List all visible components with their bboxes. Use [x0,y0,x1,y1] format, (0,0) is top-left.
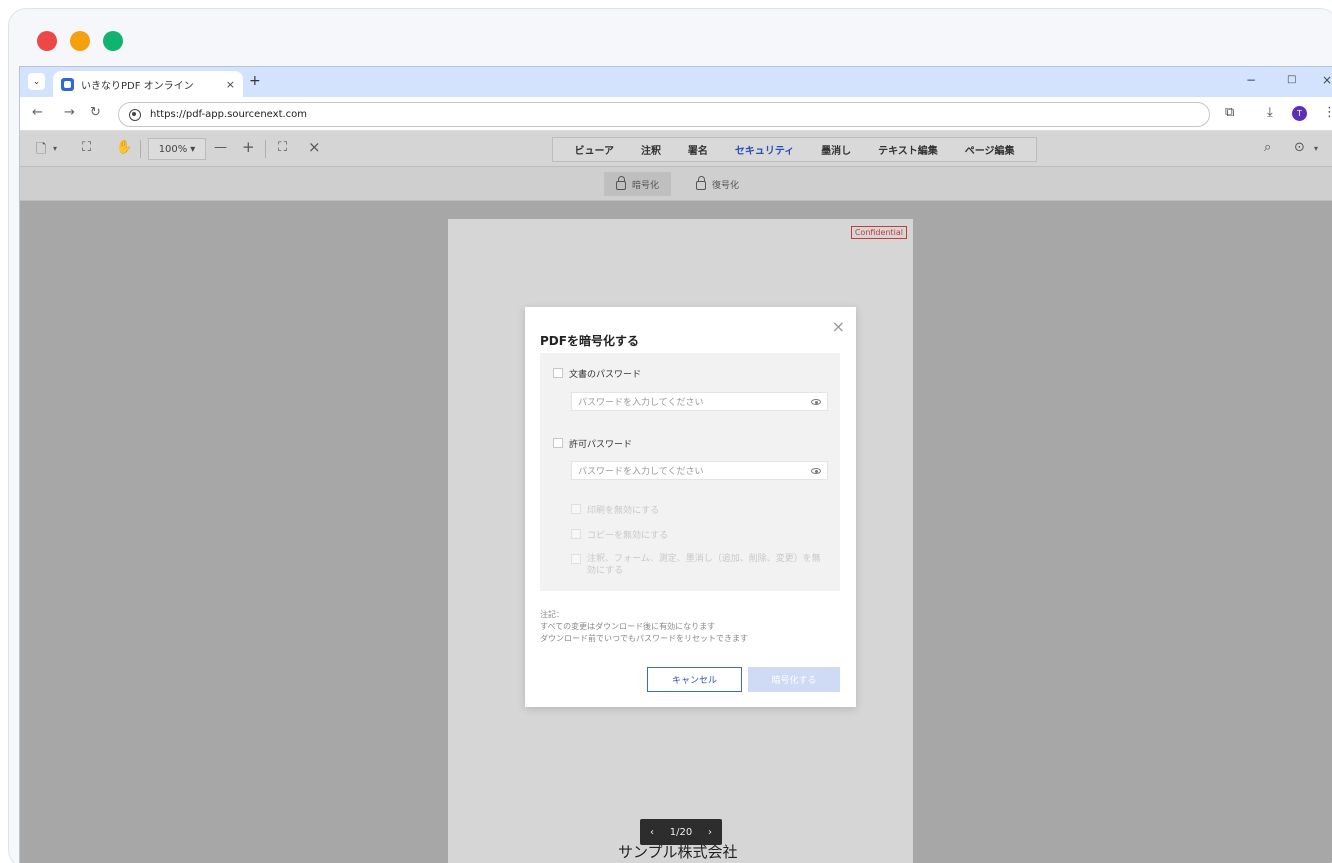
doc-password-placeholder: パスワードを入力してください [578,398,704,408]
perm-password-option[interactable]: 許可パスワード [553,437,632,450]
close-icon[interactable]: × [1322,73,1332,87]
page-navigator: ‹ 1/20 › [640,819,722,845]
mode-tabs: ビューア 注釈 署名 セキュリティ 墨消し テキスト編集 ページ編集 [552,137,1037,162]
reload-icon[interactable]: ↻ [90,105,101,120]
chevron-down-icon[interactable]: ▾ [53,144,57,153]
tab-search-button[interactable]: ⌄ [28,73,45,90]
perm-password-checkbox[interactable] [553,438,563,448]
app-favicon-icon [61,77,74,91]
perm-password-input[interactable]: パスワードを入力してください [571,461,828,480]
extensions-icon[interactable]: ⧉ [1225,105,1234,120]
doc-password-input[interactable]: パスワードを入力してください [571,392,828,411]
encrypt-submit-button[interactable]: 暗号化する [748,667,840,692]
perm-password-label: 許可パスワード [569,440,633,450]
unlock-icon [696,176,706,190]
search-icon[interactable]: ⌕ [1264,140,1271,155]
window-controls [37,31,123,51]
perm-password-placeholder: パスワードを入力してください [578,467,704,477]
tab-redaction[interactable]: 墨消し [821,142,851,157]
disable-print-checkbox[interactable] [571,504,581,514]
decrypt-label: 復号化 [712,180,740,191]
tab-page-edit[interactable]: ページ編集 [965,142,1015,157]
more-menu-icon[interactable]: ⋮ [1323,105,1332,120]
disable-copy-checkbox[interactable] [571,529,581,539]
select-area-icon[interactable]: ⛶ [278,140,287,155]
minimize-window-button[interactable] [70,31,90,51]
close-icon[interactable]: × [832,317,845,336]
tab-strip: ⌄ いきなりPDF オンライン × + − □ × [20,67,1332,97]
tab-security[interactable]: セキュリティ [735,142,794,157]
browser-tab[interactable]: いきなりPDF オンライン × [53,71,243,97]
zoom-out-button[interactable]: — [214,140,227,155]
chevron-down-icon[interactable]: ▾ [1314,144,1318,153]
tab-title: いきなりPDF オンライン [81,80,194,92]
zoom-value: 100% [158,143,188,155]
hand-tool-icon[interactable]: ✋ [116,140,132,155]
disable-edit-option[interactable]: 注釈、フォーム、測定、墨消し（追加、削除、変更）を無効にする [571,553,828,577]
minimize-icon[interactable]: − [1246,73,1256,87]
new-tab-button[interactable]: + [249,73,261,89]
url-text: https://pdf-app.sourcenext.com [150,109,308,120]
dialog-title: PDFを暗号化する [540,334,639,348]
disable-copy-label: コピーを無効にする [587,531,669,541]
encrypt-label: 暗号化 [632,180,660,191]
tab-signature[interactable]: 署名 [688,142,708,157]
url-input[interactable]: https://pdf-app.sourcenext.com [118,102,1210,127]
chevron-down-icon: ⌄ [32,76,41,87]
lock-icon [616,176,626,190]
zoom-dropdown[interactable]: 100% ▾ [148,138,206,160]
cancel-button[interactable]: キャンセル [647,667,742,692]
note-line-1: すべての変更はダウンロード後に有効になります [540,622,716,631]
note-line-2: ダウンロード前でいつでもパスワードをリセットできます [540,634,748,643]
avatar[interactable]: T [1292,106,1307,121]
site-info-icon[interactable] [129,108,141,121]
note-title: 注記： [540,610,564,619]
password-panel: 文書のパスワード パスワードを入力してください 許可パスワード パスワードを入力… [540,353,840,591]
toolbar-divider [265,140,266,158]
forward-arrow-icon[interactable]: → [64,105,75,120]
toolbar-divider [140,140,141,158]
close-window-button[interactable] [37,31,57,51]
tab-text-edit[interactable]: テキスト編集 [878,142,938,157]
tab-viewer[interactable]: ビューア [574,142,614,157]
download-icon[interactable]: ⤓ [1267,105,1273,120]
app-window: ⌄ いきなりPDF オンライン × + − □ × ← → ↻ https://… [8,8,1332,863]
eye-icon[interactable] [811,398,821,405]
encrypt-button[interactable]: 暗号化 [604,172,672,196]
browser-window: ⌄ いきなりPDF オンライン × + − □ × ← → ↻ https://… [19,66,1332,863]
app-toolbar: 🗋 ▾ ⛶ ✋ 100% ▾ — + ⛶ × ビューア 注釈 署名 セキュリティ … [20,131,1332,167]
doc-password-checkbox[interactable] [553,368,563,378]
maximize-icon[interactable]: □ [1287,74,1296,85]
disable-print-option[interactable]: 印刷を無効にする [571,503,659,516]
back-arrow-icon[interactable]: ← [32,105,43,120]
disable-print-label: 印刷を無効にする [587,506,660,516]
tab-annotation[interactable]: 注釈 [641,142,661,157]
address-bar: ← → ↻ https://pdf-app.sourcenext.com ⧉ ⤓… [20,97,1332,131]
doc-password-option[interactable]: 文書のパスワード [553,367,641,380]
encrypt-dialog: × PDFを暗号化する 文書のパスワード パスワードを入力してください 許可パス… [525,307,856,707]
doc-password-label: 文書のパスワード [569,370,642,380]
fit-page-icon[interactable]: ⛶ [82,140,91,155]
dialog-note: 注記： すべての変更はダウンロード後に有効になります ダウンロード前でいつでもパ… [540,609,748,645]
disable-edit-label: 注釈、フォーム、測定、墨消し（追加、削除、変更）を無効にする [587,554,821,576]
disable-edit-checkbox[interactable] [571,554,581,564]
more-options-icon[interactable]: ⊙ [1294,140,1305,155]
close-tool-icon[interactable]: × [308,138,321,156]
disable-copy-option[interactable]: コピーを無効にする [571,528,668,541]
chevron-down-icon: ▾ [190,143,196,155]
decrypt-button[interactable]: 復号化 [684,172,751,196]
eye-icon[interactable] [811,467,821,474]
confidential-badge: Confidential [850,226,907,239]
page-number: 1/20 [669,826,693,838]
maximize-window-button[interactable] [103,31,123,51]
next-page-button[interactable]: › [708,827,712,838]
prev-page-button[interactable]: ‹ [650,827,654,838]
security-subtoolbar: 暗号化 復号化 [20,167,1332,201]
file-icon[interactable]: 🗋 [36,140,46,162]
tab-close-icon[interactable]: × [226,78,235,91]
zoom-in-button[interactable]: + [242,138,255,156]
